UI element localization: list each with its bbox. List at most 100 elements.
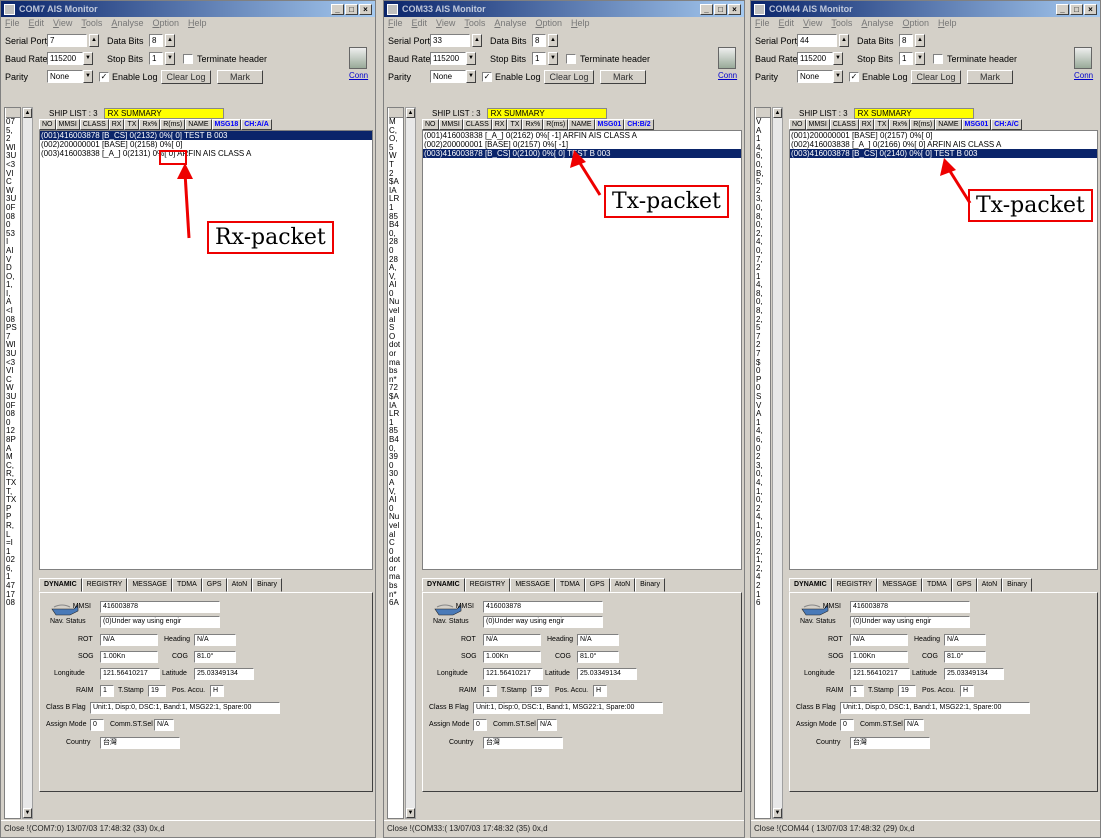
minimize-icon[interactable]: _ — [331, 3, 344, 15]
assign-mode-field[interactable]: 0 — [473, 719, 487, 731]
latitude-field[interactable]: 25.03349134 — [194, 668, 254, 680]
baud-rate-field[interactable]: 115200 — [430, 52, 466, 65]
tab-message[interactable]: MESSAGE — [877, 578, 922, 592]
menu-view[interactable]: View — [803, 18, 822, 30]
cog-field[interactable]: 81.0° — [944, 651, 986, 663]
maximize-icon[interactable]: □ — [1070, 3, 1083, 15]
maximize-icon[interactable]: □ — [345, 3, 358, 15]
assign-mode-field[interactable]: 0 — [840, 719, 854, 731]
heading-field[interactable]: N/A — [194, 634, 236, 646]
stop-bits-dropdown[interactable]: ▼ — [165, 52, 175, 65]
data-bits-spinner[interactable]: ▲ — [548, 34, 558, 47]
serial-port-spinner[interactable]: ▲ — [839, 34, 849, 47]
close-icon[interactable]: × — [728, 3, 741, 15]
menu-help[interactable]: Help — [571, 18, 590, 30]
raim-field[interactable]: 1 — [483, 685, 497, 697]
latitude-field[interactable]: 25.03349134 — [577, 668, 637, 680]
nav-status-field[interactable]: (0)Under way using engir — [100, 616, 220, 628]
column-header-channel[interactable]: CH:B/2 — [624, 119, 654, 130]
menu-help[interactable]: Help — [188, 18, 207, 30]
column-header[interactable]: NAME — [568, 119, 595, 130]
connect-icon[interactable] — [349, 47, 367, 69]
pos-accuracy-field[interactable]: H — [210, 685, 224, 697]
menu-file[interactable]: File — [388, 18, 403, 30]
menu-analyse[interactable]: Analyse — [861, 18, 893, 30]
serial-port-spinner[interactable]: ▲ — [472, 34, 482, 47]
minimize-icon[interactable]: _ — [1056, 3, 1069, 15]
menu-analyse[interactable]: Analyse — [111, 18, 143, 30]
mark-button[interactable]: Mark — [217, 70, 263, 84]
stop-bits-field[interactable]: 1 — [149, 52, 163, 65]
menu-file[interactable]: File — [5, 18, 20, 30]
comm-st-sel-field[interactable]: N/A — [904, 719, 924, 731]
cog-field[interactable]: 81.0° — [194, 651, 236, 663]
scroll-down-arrow[interactable]: ▼ — [773, 808, 782, 818]
scroll-down-arrow[interactable]: ▼ — [23, 808, 32, 818]
menu-file[interactable]: File — [755, 18, 770, 30]
connect-label[interactable]: Conn — [349, 71, 368, 80]
ship-row[interactable]: (001)416003838 [_A_] 0(2162) 0%[ -1] ARF… — [423, 131, 741, 140]
serial-port-field[interactable]: 7 — [47, 34, 87, 47]
menu-edit[interactable]: Edit — [779, 18, 795, 30]
baud-rate-dropdown[interactable]: ▼ — [833, 52, 843, 65]
baud-rate-field[interactable]: 115200 — [797, 52, 833, 65]
column-header-channel[interactable]: CH:A/C — [991, 119, 1022, 130]
vertical-scrollbar[interactable]: ▲ ▼ — [405, 107, 416, 819]
menu-tools[interactable]: Tools — [464, 18, 485, 30]
column-header-channel[interactable]: CH:A/A — [241, 119, 272, 130]
tab-gps[interactable]: GPS — [951, 578, 977, 592]
enable-log-checkbox[interactable]: ✓ — [99, 72, 109, 82]
column-header[interactable]: RX — [858, 119, 875, 130]
tab-dynamic[interactable]: DYNAMIC — [422, 578, 465, 592]
stop-bits-field[interactable]: 1 — [532, 52, 546, 65]
sog-field[interactable]: 1.00Kn — [850, 651, 908, 663]
stop-bits-dropdown[interactable]: ▼ — [915, 52, 925, 65]
pos-accuracy-field[interactable]: H — [593, 685, 607, 697]
column-header[interactable]: CLASS — [79, 119, 109, 130]
menu-option[interactable]: Option — [535, 18, 562, 30]
pos-accuracy-field[interactable]: H — [960, 685, 974, 697]
tab-aton[interactable]: AtoN — [976, 578, 1003, 592]
clear-log-button[interactable]: Clear Log — [544, 70, 594, 84]
parity-field[interactable]: None — [797, 70, 833, 83]
column-header[interactable]: NO — [39, 119, 56, 130]
country-field[interactable]: 台灣 — [483, 737, 563, 749]
raim-field[interactable]: 1 — [850, 685, 864, 697]
clear-log-button[interactable]: Clear Log — [161, 70, 211, 84]
tstamp-field[interactable]: 19 — [531, 685, 549, 697]
tab-aton[interactable]: AtoN — [609, 578, 636, 592]
column-header[interactable]: MMSI — [438, 119, 463, 130]
column-header[interactable]: TX — [874, 119, 890, 130]
comm-st-sel-field[interactable]: N/A — [154, 719, 174, 731]
heading-field[interactable]: N/A — [944, 634, 986, 646]
column-header[interactable]: Rx% — [889, 119, 911, 130]
connect-icon[interactable] — [718, 47, 736, 69]
column-header[interactable]: CLASS — [829, 119, 859, 130]
close-icon[interactable]: × — [1084, 3, 1097, 15]
tstamp-field[interactable]: 19 — [898, 685, 916, 697]
longitude-field[interactable]: 121.56410217 — [483, 668, 543, 680]
sog-field[interactable]: 1.00Kn — [100, 651, 158, 663]
column-header[interactable]: NO — [422, 119, 439, 130]
column-header[interactable]: Rx% — [139, 119, 161, 130]
column-header[interactable]: CLASS — [462, 119, 492, 130]
column-header[interactable]: RX — [108, 119, 125, 130]
sog-field[interactable]: 1.00Kn — [483, 651, 541, 663]
ship-row[interactable]: (001)416003878 [B_CS] 0(2132) 0%[ 0] TES… — [40, 131, 372, 140]
connect-label[interactable]: Conn — [718, 71, 737, 80]
raim-field[interactable]: 1 — [100, 685, 114, 697]
mmsi-field[interactable]: 416003878 — [850, 601, 970, 613]
cog-field[interactable]: 81.0° — [577, 651, 619, 663]
connect-label[interactable]: Conn — [1074, 71, 1093, 80]
data-bits-spinner[interactable]: ▲ — [165, 34, 175, 47]
maximize-icon[interactable]: □ — [714, 3, 727, 15]
ship-row[interactable]: (002)416003838 [_A_] 0(2166) 0%[ 0] ARFI… — [790, 140, 1097, 149]
tab-registry[interactable]: REGISTRY — [464, 578, 511, 592]
menu-edit[interactable]: Edit — [29, 18, 45, 30]
data-bits-spinner[interactable]: ▲ — [915, 34, 925, 47]
ship-list[interactable]: (001)416003878 [B_CS] 0(2132) 0%[ 0] TES… — [39, 130, 373, 570]
data-bits-field[interactable]: 8 — [149, 34, 163, 47]
nav-status-field[interactable]: (0)Under way using engir — [483, 616, 603, 628]
data-bits-field[interactable]: 8 — [899, 34, 913, 47]
tab-binary[interactable]: Binary — [1002, 578, 1032, 592]
